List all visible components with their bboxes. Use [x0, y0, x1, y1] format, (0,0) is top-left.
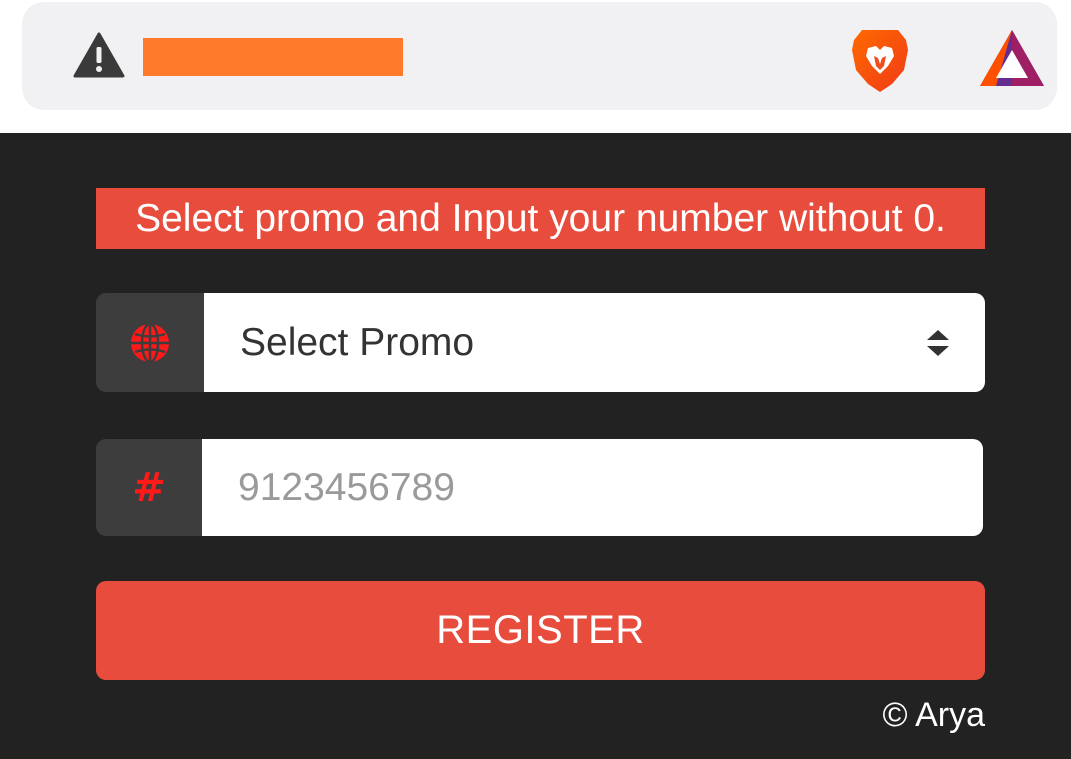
- number-field: #: [96, 439, 983, 536]
- warning-icon[interactable]: [73, 32, 125, 78]
- select-arrows-icon: [927, 330, 949, 356]
- address-bar[interactable]: [22, 2, 1057, 110]
- number-control: [202, 439, 983, 536]
- promo-field: Select Promo: [96, 293, 985, 392]
- number-addon: #: [96, 439, 202, 536]
- promo-addon: [96, 293, 204, 392]
- brave-lion-icon[interactable]: [848, 26, 912, 94]
- instruction-banner: Select promo and Input your number witho…: [96, 188, 985, 249]
- url-text-redacted[interactable]: [143, 38, 403, 76]
- bat-triangle-icon[interactable]: [978, 28, 1046, 88]
- registration-page: Select promo and Input your number witho…: [0, 133, 1071, 759]
- footer-credit: © Arya: [882, 696, 985, 734]
- register-button[interactable]: REGISTER: [96, 581, 985, 680]
- promo-select[interactable]: Select Promo: [204, 293, 985, 392]
- phone-number-input[interactable]: [238, 465, 983, 510]
- hash-icon: #: [132, 464, 166, 511]
- globe-icon: [131, 322, 169, 363]
- browser-toolbar: [0, 0, 1071, 133]
- promo-select-value: Select Promo: [240, 320, 475, 364]
